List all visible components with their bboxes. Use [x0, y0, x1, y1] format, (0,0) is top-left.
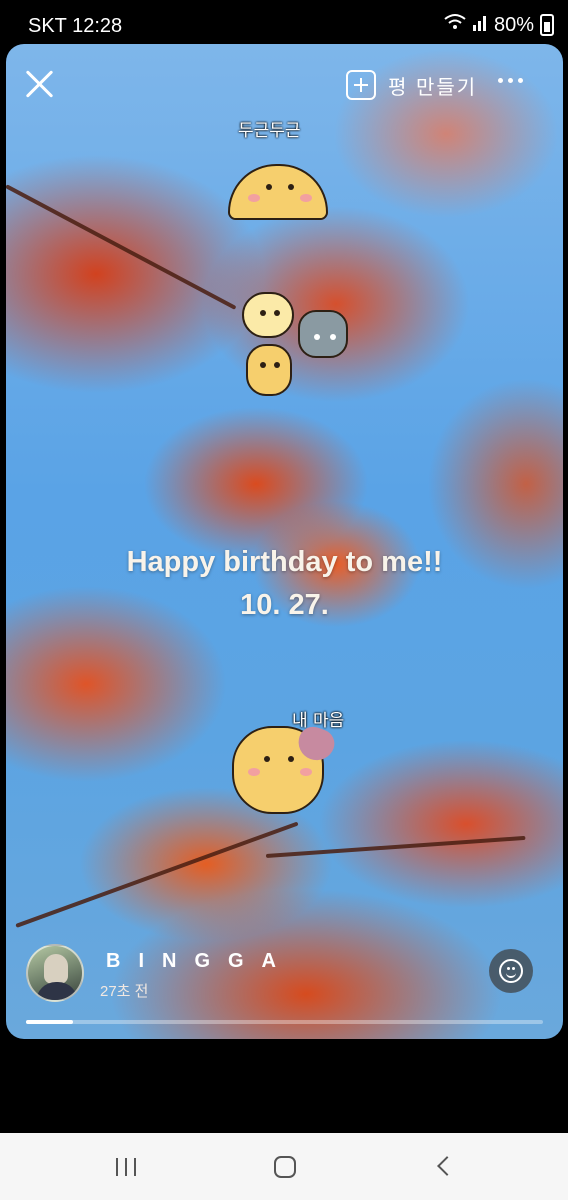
battery-percent: 80%: [493, 13, 534, 36]
branch-decoration: [15, 821, 299, 928]
smile-icon: [499, 959, 523, 983]
story-progress-fill: [26, 1020, 73, 1024]
status-right-icons: 80%: [444, 13, 554, 37]
story-view[interactable]: 평 만들기 두근두근 Happy birthday to me!! 10. 27…: [6, 44, 563, 1039]
branch-decoration: [6, 184, 237, 310]
wifi-icon: [444, 13, 466, 37]
bear-face-sticker: [228, 164, 328, 220]
make-pyeong-label: 평 만들기: [388, 76, 478, 99]
back-icon[interactable]: [437, 1156, 457, 1176]
story-progress-bar: [26, 1020, 543, 1024]
sticker-label-top: 두근두근: [238, 121, 301, 141]
duck-sticker: [242, 292, 294, 338]
signal-icon: [472, 13, 488, 37]
avatar[interactable]: [26, 944, 84, 1002]
story-top-controls: 평 만들기: [6, 44, 563, 124]
emoji-reaction-button[interactable]: [489, 949, 533, 993]
story-caption-title: Happy birthday to me!!: [126, 546, 443, 578]
home-icon[interactable]: [274, 1156, 296, 1178]
story-caption-date: 10. 27.: [240, 589, 329, 621]
post-timestamp: 27초 전: [100, 983, 149, 1000]
lion-sticker: [246, 344, 292, 396]
author-name[interactable]: BINGGA: [106, 950, 294, 973]
make-pyeong-button[interactable]: 평 만들기: [346, 70, 477, 100]
more-horizontal-icon[interactable]: [498, 78, 523, 83]
branch-decoration: [265, 835, 526, 858]
battery-icon: [540, 14, 554, 36]
recents-icon[interactable]: [116, 1158, 136, 1176]
system-nav-bar: [0, 1133, 568, 1200]
close-icon[interactable]: [24, 68, 56, 100]
plus-square-icon: [346, 70, 376, 100]
cat-sticker: [298, 310, 348, 358]
status-carrier-time: SKT 12:28: [28, 15, 123, 37]
